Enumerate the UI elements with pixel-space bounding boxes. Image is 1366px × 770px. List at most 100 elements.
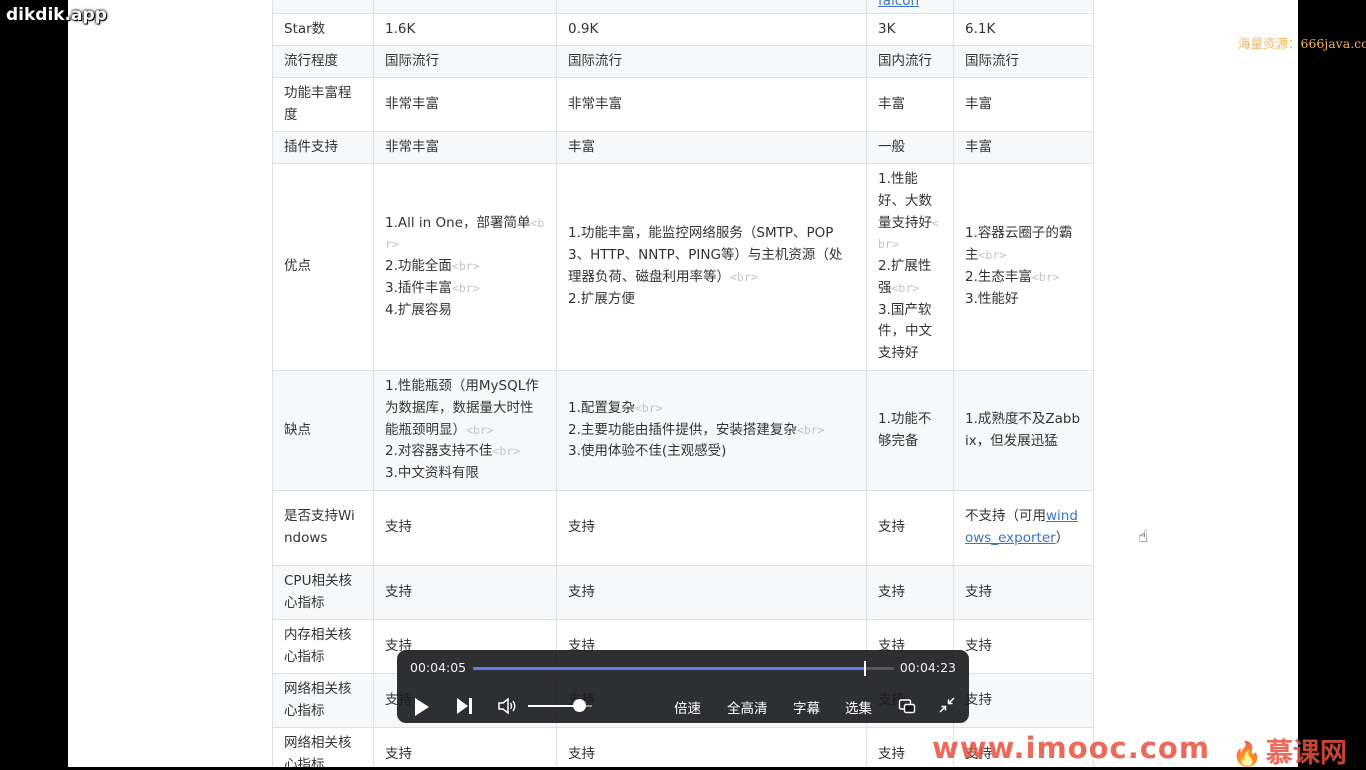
table-cell: 1.功能不够完备 — [866, 370, 954, 491]
table-row: CPU相关核心指标 支持 支持 支持 支持 — [272, 565, 1094, 620]
cell-text: 3.国产软件，中文支持好 — [878, 301, 932, 362]
br-tag-text: <br> — [466, 422, 494, 437]
table-cell: 国内流行 — [866, 45, 954, 78]
cell-text: 1.性能瓶颈（用MySQL作为数据库，数据量大时性能瓶颈明显） — [385, 378, 539, 438]
br-tag-text: <br> — [796, 422, 825, 437]
cell-text: CPU相关核心指标 — [284, 572, 352, 611]
progress-handle[interactable] — [863, 661, 866, 676]
cell-text: 丰富 — [965, 95, 992, 112]
cell-text: 丰富 — [568, 138, 595, 155]
watermark-imooc: www.imooc.com — [932, 731, 1211, 765]
cell-text: 支持 — [568, 519, 595, 536]
pip-icon[interactable] — [898, 697, 916, 719]
table-cell: 国际流行 — [953, 45, 1094, 78]
table-cell — [556, 0, 867, 14]
exit-fullscreen-icon[interactable] — [939, 697, 955, 717]
cell-text: 3.中文资料有限 — [385, 465, 479, 482]
br-tag-text: <br> — [978, 248, 1007, 263]
table-cell: 3K — [866, 13, 954, 46]
volume-icon[interactable] — [497, 697, 517, 719]
cell-text: 非常丰富 — [568, 95, 622, 112]
cell-text: 网络相关核心指标 — [284, 680, 352, 719]
table-cell: 1.性能好、大数量支持好<br> 2.扩展性强<br> 3.国产软件，中文支持好 — [866, 163, 954, 371]
cell-text: 丰富 — [965, 138, 992, 155]
table-cell: 丰富 — [556, 131, 867, 164]
table-row: 缺点 1.性能瓶颈（用MySQL作为数据库，数据量大时性能瓶颈明显）<br> 2.对… — [272, 370, 1094, 491]
play-icon[interactable] — [415, 698, 429, 716]
cell-text: 不支持（可用windows_exporter） — [965, 508, 1078, 546]
row-header-cell: 缺点 — [272, 370, 374, 491]
flame-logo-icon: 🔥 — [1232, 740, 1262, 768]
cell-text: 丰富 — [878, 95, 905, 112]
cell-text: 2.功能全面 — [385, 258, 452, 275]
table-cell: 不支持（可用windows_exporter） — [953, 490, 1094, 566]
br-tag-text: <br> — [634, 400, 663, 415]
cell-text: 支持 — [965, 637, 992, 654]
table-cell — [373, 0, 557, 14]
cell-text: 插件支持 — [284, 138, 338, 155]
cell-text: 2.主要功能由插件提供，安装搭建复杂 — [568, 421, 797, 438]
cell-text: 3.插件丰富 — [385, 279, 452, 296]
table-row: 流行程度 国际流行 国际流行 国内流行 国际流行 — [272, 45, 1094, 78]
row-header-cell: 是否支持Windows — [272, 490, 374, 566]
table-cell: 1.性能瓶颈（用MySQL作为数据库，数据量大时性能瓶颈明显）<br> 2.对容器… — [373, 370, 557, 491]
table-cell: 支持 — [556, 565, 867, 620]
cell-text: 2.扩展方便 — [568, 290, 635, 307]
volume-handle[interactable] — [573, 699, 587, 712]
cell-text: 1.All in One，部署简单 — [385, 214, 531, 231]
table-cell: 1.容器云圈子的霸主<br> 2.生态丰富<br> 3.性能好 — [953, 163, 1094, 371]
current-time: 00:04:05 — [410, 660, 467, 675]
cell-text: 是否支持Windows — [284, 508, 355, 546]
table-cell: 支持 — [373, 565, 557, 620]
cell-text: 非常丰富 — [385, 138, 439, 155]
cell-text: 国际流行 — [385, 52, 439, 69]
video-player-controls: 00:04:05 00:04:23 倍速 全高清 字幕 选集 — [397, 650, 969, 723]
table-cell: 丰富 — [953, 131, 1094, 164]
quality-button[interactable]: 全高清 — [727, 697, 768, 717]
br-tag-text: <br> — [891, 280, 920, 295]
cell-text: Star数 — [284, 20, 326, 37]
cell-text: 1.性能好、大数量支持好 — [878, 170, 932, 231]
episodes-button[interactable]: 选集 — [845, 697, 872, 717]
table-cell: 支持 — [373, 727, 557, 767]
row-header-cell: 插件支持 — [272, 131, 374, 164]
row-header-cell: 网络相关核心指标 — [272, 727, 374, 767]
row-header-cell: 优点 — [272, 163, 374, 371]
volume-fill — [528, 705, 580, 707]
watermark-resource: 海量资源：666java.com — [1238, 36, 1366, 51]
row-header-cell: 网络相关核心指标 — [272, 673, 374, 728]
cell-text: 1.功能丰富，能监控网络服务（SMTP、POP3、HTTP、NNTP、PING等… — [568, 225, 843, 285]
table-row: 优点 1.All in One，部署简单<br> 2.功能全面<br> 3.插件丰富<… — [272, 163, 1094, 371]
cell-text: 支持 — [568, 745, 595, 762]
br-tag-text: <br> — [451, 280, 480, 295]
cell-text: 国际流行 — [965, 52, 1019, 69]
total-time: 00:04:23 — [899, 660, 956, 675]
watermark-dikdik: dikdik.app — [6, 5, 107, 25]
br-tag-text: <br> — [730, 270, 758, 284]
cell-text: 支持 — [965, 691, 992, 708]
falcon-link[interactable]: falcon — [878, 0, 919, 9]
table-cell: 支持 — [866, 565, 954, 620]
table-cell: 国际流行 — [373, 45, 557, 78]
windows-exporter-link[interactable]: windows_exporter — [965, 508, 1078, 546]
table-cell: 1.All in One，部署简单<br> 2.功能全面<br> 3.插件丰富<br… — [373, 163, 557, 371]
next-icon[interactable] — [457, 698, 473, 715]
table-cell: 0.9K — [556, 13, 867, 46]
table-row: 插件支持 非常丰富 丰富 一般 丰富 — [272, 131, 1094, 164]
table-row: falcon — [272, 0, 1094, 14]
logo-text: 慕课网 — [1265, 738, 1347, 769]
mouse-pointer-icon: ☝ — [1138, 527, 1149, 547]
cell-text: 支持 — [965, 583, 992, 600]
cell-text: 网络相关核心指标 — [284, 734, 352, 767]
subtitle-button[interactable]: 字幕 — [793, 697, 820, 717]
table-cell: 国际流行 — [556, 45, 867, 78]
table-cell: 支持 — [556, 727, 867, 767]
cell-text: 3K — [878, 20, 896, 37]
cell-text: 支持 — [385, 745, 412, 762]
progress-bar[interactable] — [473, 661, 894, 676]
table-cell: 非常丰富 — [556, 77, 867, 132]
speed-button[interactable]: 倍速 — [674, 697, 701, 717]
cell-text: 支持 — [385, 583, 412, 600]
table-cell: 非常丰富 — [373, 77, 557, 132]
table-cell: 6.1K — [953, 13, 1094, 46]
